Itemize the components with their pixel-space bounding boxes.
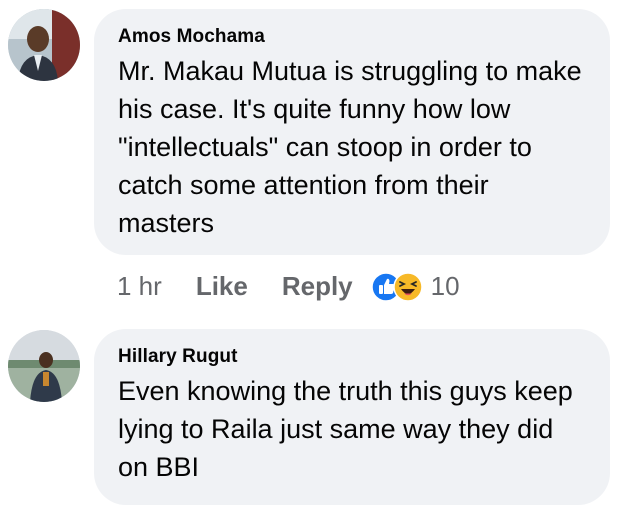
reactions-summary[interactable]: 10 xyxy=(370,271,460,302)
avatar-photo-amos xyxy=(8,9,80,81)
reaction-count: 10 xyxy=(430,271,460,301)
haha-icon xyxy=(392,271,423,302)
like-button[interactable]: Like xyxy=(196,271,248,302)
comment-text: Mr. Makau Mutua is struggling to make hi… xyxy=(118,56,582,238)
comment-text: Even knowing the truth this guys keep ly… xyxy=(118,376,573,482)
avatar-photo-hillary xyxy=(8,330,80,402)
comment-timestamp[interactable]: 1 hr xyxy=(117,271,162,302)
comment-author[interactable]: Hillary Rugut xyxy=(118,346,586,368)
avatar[interactable] xyxy=(8,330,80,402)
comment-bubble: Amos Mochama Mr. Makau Mutua is struggli… xyxy=(94,9,610,255)
comment-bubble: Hillary Rugut Even knowing the truth thi… xyxy=(94,329,610,505)
comment-author[interactable]: Amos Mochama xyxy=(118,26,586,48)
comment-actions: 1 hr Like Reply 10 xyxy=(117,271,460,302)
avatar[interactable] xyxy=(8,9,80,81)
reply-button[interactable]: Reply xyxy=(282,271,353,302)
